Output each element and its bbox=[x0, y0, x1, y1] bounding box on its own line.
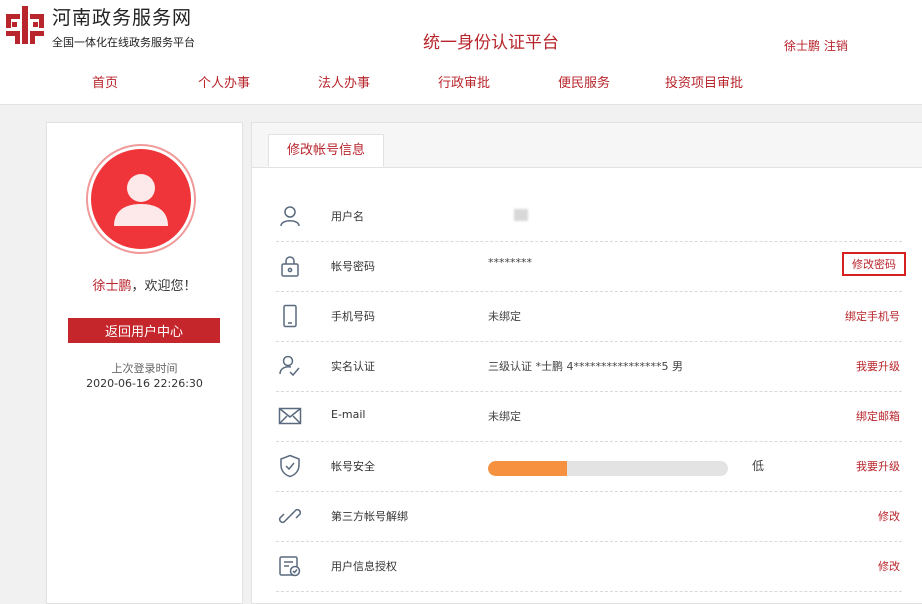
user-avatar-icon bbox=[114, 174, 168, 226]
avatar bbox=[86, 144, 196, 254]
user-name-link[interactable]: 徐士鹏 bbox=[784, 39, 820, 53]
real-name-value: 三级认证 *士鹏 4****************5 男 bbox=[488, 360, 683, 373]
bind-phone-link[interactable]: 绑定手机号 bbox=[845, 308, 900, 324]
platform-title: 统一身份认证平台 bbox=[423, 33, 559, 53]
user-top-links: 徐士鹏 注销 bbox=[784, 37, 848, 54]
welcome-suffix: ，欢迎您！ bbox=[131, 279, 197, 294]
row-label: 帐号安全 bbox=[331, 460, 375, 473]
verified-user-icon bbox=[279, 355, 300, 377]
row-phone: 手机号码 未绑定 绑定手机号 bbox=[276, 291, 902, 342]
header: 河南政务服务网 全国一体化在线政务服务平台 统一身份认证平台 徐士鹏 注销 首页… bbox=[0, 0, 922, 105]
lock-icon bbox=[281, 256, 299, 277]
last-login-label: 上次登录时间 bbox=[111, 362, 178, 375]
change-password-link[interactable]: 修改密码 bbox=[842, 252, 906, 276]
row-password: 帐号密码 ******** 修改密码 bbox=[276, 241, 906, 292]
password-value: ******** bbox=[488, 256, 532, 269]
shield-icon bbox=[280, 454, 300, 478]
tab-bar: 修改帐号信息 bbox=[252, 123, 922, 168]
nav-approval[interactable]: 行政审批 bbox=[438, 72, 490, 91]
authorize-icon bbox=[279, 556, 301, 577]
nav-personal[interactable]: 个人办事 bbox=[198, 72, 250, 91]
edit-authorization-link[interactable]: 修改 bbox=[878, 558, 900, 574]
profile-panel: 徐士鹏，欢迎您！ 返回用户中心 上次登录时间 2020-06-16 22:26:… bbox=[46, 122, 243, 604]
row-label: E-mail bbox=[331, 408, 366, 421]
henan-logo-icon bbox=[6, 6, 44, 44]
upgrade-security-link[interactable]: 我要升级 bbox=[856, 458, 900, 474]
last-login-time: 2020-06-16 22:26:30 bbox=[86, 377, 203, 390]
account-info-panel: 修改帐号信息 用户名 帐号密码 ******** 修改密码 手机号码 未绑定 绑… bbox=[251, 122, 922, 604]
edit-third-party-link[interactable]: 修改 bbox=[878, 508, 900, 524]
email-value: 未绑定 bbox=[488, 410, 521, 423]
row-third-party: 第三方帐号解绑 修改 bbox=[276, 491, 902, 542]
row-label: 用户名 bbox=[331, 210, 364, 223]
welcome-name: 徐士鹏 bbox=[92, 279, 132, 294]
mail-icon bbox=[278, 407, 302, 425]
row-authorization: 用户信息授权 修改 bbox=[276, 541, 902, 592]
site-subtitle: 全国一体化在线政务服务平台 bbox=[52, 36, 195, 49]
user-icon bbox=[280, 206, 300, 227]
row-label: 手机号码 bbox=[331, 310, 375, 323]
row-label: 第三方帐号解绑 bbox=[331, 510, 408, 523]
row-username: 用户名 bbox=[276, 191, 902, 242]
row-security: 帐号安全 低 我要升级 bbox=[276, 441, 902, 492]
security-progress-fill bbox=[488, 461, 568, 476]
tab-edit-account-info[interactable]: 修改帐号信息 bbox=[268, 134, 384, 167]
security-progress-bar bbox=[488, 461, 728, 476]
phone-value: 未绑定 bbox=[488, 310, 521, 323]
back-to-user-center-button[interactable]: 返回用户中心 bbox=[68, 318, 220, 343]
row-email: E-mail 未绑定 绑定邮箱 bbox=[276, 391, 902, 442]
link-icon bbox=[278, 508, 302, 524]
row-label: 用户信息授权 bbox=[331, 560, 397, 573]
upgrade-verification-link[interactable]: 我要升级 bbox=[856, 358, 900, 374]
main-nav: 首页 个人办事 法人办事 行政审批 便民服务 投资项目审批 bbox=[0, 72, 922, 92]
bind-email-link[interactable]: 绑定邮箱 bbox=[856, 408, 900, 424]
security-level: 低 bbox=[752, 459, 765, 473]
welcome-text: 徐士鹏，欢迎您！ bbox=[47, 275, 242, 294]
nav-corporate[interactable]: 法人办事 bbox=[318, 72, 370, 91]
phone-icon bbox=[283, 304, 297, 328]
nav-home[interactable]: 首页 bbox=[92, 72, 118, 91]
row-label: 帐号密码 bbox=[331, 260, 375, 273]
logout-link[interactable]: 注销 bbox=[824, 39, 848, 53]
username-masked bbox=[514, 209, 528, 221]
site-title: 河南政务服务网 bbox=[52, 7, 193, 29]
row-label: 实名认证 bbox=[331, 360, 375, 373]
nav-convenience[interactable]: 便民服务 bbox=[558, 72, 610, 91]
nav-investment[interactable]: 投资项目审批 bbox=[665, 72, 743, 91]
row-real-name: 实名认证 三级认证 *士鹏 4****************5 男 我要升级 bbox=[276, 341, 902, 392]
